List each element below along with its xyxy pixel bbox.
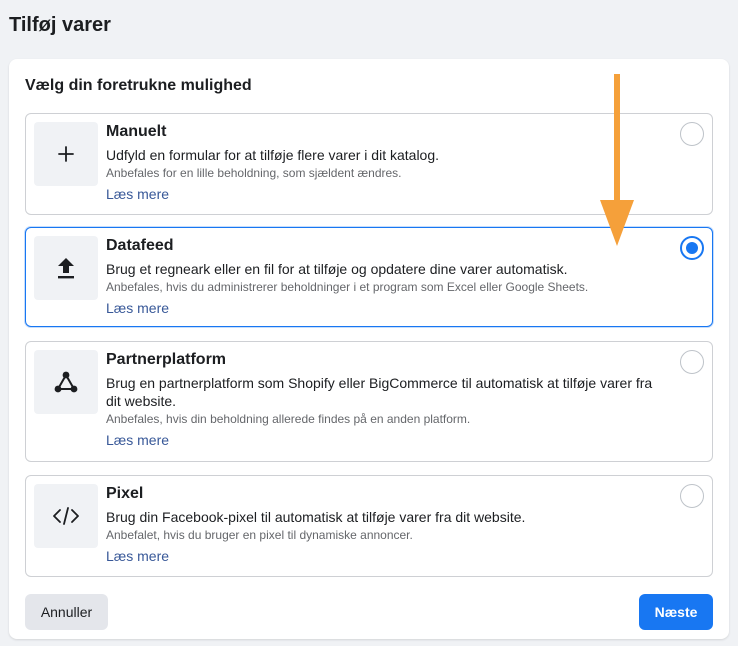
option-description: Brug en partnerplatform som Shopify elle… bbox=[106, 375, 653, 409]
radio-pixel[interactable] bbox=[680, 484, 704, 508]
option-note: Anbefalet, hvis du bruger en pixel til d… bbox=[106, 528, 413, 542]
upload-icon bbox=[34, 236, 98, 300]
option-description: Brug et regneark eller en fil for at til… bbox=[106, 261, 568, 277]
option-note: Anbefales, hvis din beholdning allerede … bbox=[106, 412, 471, 426]
option-title: Partnerplatform bbox=[106, 351, 227, 368]
learn-more-link[interactable]: Læs mere bbox=[106, 299, 169, 317]
option-title: Manuelt bbox=[106, 123, 167, 140]
option-title: Pixel bbox=[106, 485, 144, 502]
learn-more-link[interactable]: Læs mere bbox=[106, 431, 169, 449]
option-content: Manuelt Udfyld en formular for at tilføj… bbox=[106, 122, 670, 204]
option-description: Udfyld en formular for at tilføje flere … bbox=[106, 147, 440, 163]
radio-datafeed[interactable] bbox=[680, 236, 704, 260]
option-content: Datafeed Brug et regneark eller en fil f… bbox=[106, 236, 670, 318]
radio-manual[interactable] bbox=[680, 122, 704, 146]
option-description: Brug din Facebook-pixel til automatisk a… bbox=[106, 509, 526, 525]
cancel-button[interactable]: Annuller bbox=[25, 594, 108, 630]
page-title: Tilføj varer bbox=[9, 14, 111, 36]
option-title: Datafeed bbox=[106, 237, 174, 254]
option-note: Anbefales for en lille beholdning, som s… bbox=[106, 166, 402, 180]
next-button[interactable]: Næste bbox=[639, 594, 713, 630]
option-note: Anbefales, hvis du administrerer beholdn… bbox=[106, 280, 589, 294]
option-partner-platform[interactable]: Partnerplatform Brug en partnerplatform … bbox=[25, 341, 713, 462]
radio-partner-platform[interactable] bbox=[680, 350, 704, 374]
network-nodes-icon bbox=[34, 350, 98, 414]
option-content: Partnerplatform Brug en partnerplatform … bbox=[106, 350, 670, 450]
code-icon bbox=[34, 484, 98, 548]
learn-more-link[interactable]: Læs mere bbox=[106, 547, 169, 565]
option-content: Pixel Brug din Facebook-pixel til automa… bbox=[106, 484, 670, 566]
annotation-arrow-icon bbox=[600, 74, 634, 246]
plus-icon bbox=[34, 122, 98, 186]
option-pixel[interactable]: Pixel Brug din Facebook-pixel til automa… bbox=[25, 475, 713, 577]
learn-more-link[interactable]: Læs mere bbox=[106, 185, 169, 203]
card-heading: Vælg din foretrukne mulighed bbox=[25, 77, 252, 94]
